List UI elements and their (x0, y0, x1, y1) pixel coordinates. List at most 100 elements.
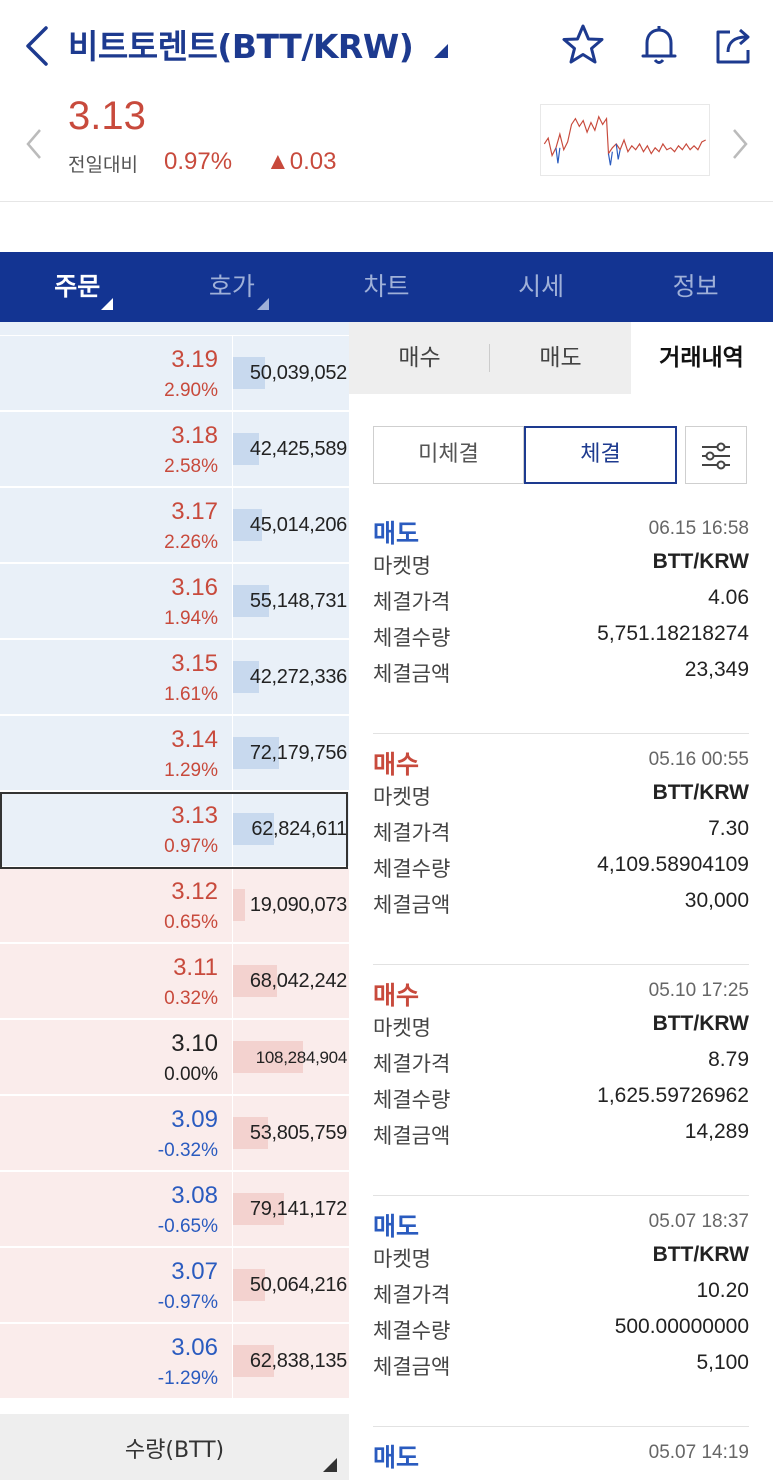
orderbook-price-cell[interactable]: 3.11 0.32% (0, 944, 232, 1019)
tab-orderbook[interactable]: 호가 (155, 252, 310, 322)
orderbook-quantity-cell[interactable]: 19,090,073 (233, 868, 349, 943)
tab-market[interactable]: 시세 (464, 252, 619, 322)
orderbook-quantity: 42,425,589 (249, 438, 347, 460)
tab-trade-history[interactable]: 거래내역 (631, 322, 772, 394)
orderbook-price-cell[interactable]: 3.19 2.90% (0, 336, 232, 411)
share-icon[interactable] (710, 22, 756, 68)
orderbook-quantity: 53,805,759 (249, 1122, 347, 1144)
filled-button[interactable]: 체결 (524, 426, 677, 484)
trade-item[interactable]: 매수 05.16 00:55 마켓명 BTT/KRW 체결가격 7.30 체결수량 4,109… (373, 735, 749, 965)
orderbook-quantity-cell[interactable]: 79,141,172 (233, 1172, 349, 1247)
tab-chart[interactable]: 차트 (309, 252, 464, 322)
orderbook-quantity-cell[interactable]: 72,179,756 (233, 716, 349, 791)
trade-item[interactable]: 매도 05.07 14:19 (373, 1428, 749, 1480)
orderbook-change-percent: -0.65% (157, 1216, 218, 1237)
orderbook-quantity-cell[interactable]: 42,425,589 (233, 412, 349, 487)
trade-field-label: 마켓명 (373, 1247, 431, 1271)
orderbook-row[interactable]: 3.08 -0.65% 79,141,172 (0, 1172, 349, 1248)
trade-type: 매도 (373, 1443, 420, 1472)
orderbook-row[interactable]: 3.09 -0.32% 53,805,759 (0, 1096, 349, 1172)
orderbook-row[interactable]: 3.06 -1.29% 62,838,135 (0, 1324, 349, 1400)
orderbook-price-cell[interactable]: 3.18 2.58% (0, 412, 232, 487)
tab-label: 차트 (363, 272, 410, 301)
orderbook-quantity-cell[interactable]: 68,042,242 (233, 944, 349, 1019)
chevron-right-icon[interactable] (730, 126, 750, 162)
orderbook-change-percent: 1.29% (164, 760, 218, 781)
tab-sell[interactable]: 매도 (490, 322, 631, 394)
orderbook-quantity-cell[interactable]: 50,064,216 (233, 1248, 349, 1323)
orderbook-quantity: 55,148,731 (249, 590, 347, 612)
caret-down-icon (256, 298, 269, 310)
orderbook-quantity-cell[interactable]: 45,014,206 (233, 488, 349, 563)
orderbook-price-cell[interactable]: 3.16 1.94% (0, 564, 232, 639)
orderbook-price-cell[interactable]: 3.06 -1.29% (0, 1324, 232, 1399)
orderbook-quantity-cell[interactable]: 108,284,904 (233, 1020, 349, 1095)
orderbook-quantity: 79,141,172 (249, 1198, 347, 1220)
tab-divider (489, 344, 490, 372)
orderbook-quantity: 45,014,206 (249, 514, 347, 536)
orderbook-quantity-cell[interactable]: 53,805,759 (233, 1096, 349, 1171)
coin-title[interactable]: 비트토렌트(BTT/KRW) (68, 20, 414, 68)
trade-time: 05.10 17:25 (648, 980, 749, 1001)
unfilled-button[interactable]: 미체결 (373, 426, 524, 484)
orderbook-price-cell[interactable]: 3.14 1.29% (0, 716, 232, 791)
orderbook-price-cell[interactable]: 3.12 0.65% (0, 868, 232, 943)
orderbook-price-cell[interactable]: 3.09 -0.32% (0, 1096, 232, 1171)
trade-field-label: 체결금액 (373, 1355, 451, 1379)
orderbook-row[interactable]: 3.12 0.65% 19,090,073 (0, 868, 349, 944)
trade-field: 체결수량 5,751.18218274 (373, 622, 749, 658)
orderbook-price-cell[interactable]: 3.07 -0.97% (0, 1248, 232, 1323)
orderbook-quantity-cell[interactable]: 42,272,336 (233, 640, 349, 715)
price-sparkline[interactable] (540, 104, 710, 176)
caret-down-icon[interactable] (432, 42, 448, 58)
trade-field: 체결수량 500.00000000 (373, 1315, 749, 1351)
tab-info[interactable]: 정보 (618, 252, 773, 322)
trade-type: 매수 (373, 981, 420, 1010)
orderbook-quantity-cell[interactable]: 62,838,135 (233, 1324, 349, 1399)
tab-order[interactable]: 주문 (0, 252, 155, 322)
orderbook-row[interactable]: 3.18 2.58% 42,425,589 (0, 412, 349, 488)
star-icon[interactable] (560, 22, 606, 68)
trade-field-label: 체결수량 (373, 626, 451, 650)
orderbook-price-cell[interactable]: 3.08 -0.65% (0, 1172, 232, 1247)
trade-item[interactable]: 매수 05.10 17:25 마켓명 BTT/KRW 체결가격 8.79 체결수량 1,625… (373, 966, 749, 1196)
quantity-unit-selector[interactable]: 수량(BTT) (0, 1414, 349, 1480)
trade-item[interactable]: 매도 05.07 18:37 마켓명 BTT/KRW 체결가격 10.20 체결수량 500.… (373, 1197, 749, 1427)
trade-field-value: BTT/KRW (652, 550, 749, 573)
order-panel: 매수 매도 거래내역 미체결 체결 매도 06.15 16:58 마켓명 BTT/KR… (349, 322, 773, 1480)
orderbook-row[interactable]: 3.10 0.00% 108,284,904 (0, 1020, 349, 1096)
quantity-unit-label: 수량(BTT) (124, 1438, 225, 1463)
orderbook-price-cell[interactable]: 3.15 1.61% (0, 640, 232, 715)
orderbook-row[interactable]: 3.11 0.32% 68,042,242 (0, 944, 349, 1020)
orderbook-price: 3.14 (171, 726, 218, 753)
bell-icon[interactable] (636, 22, 682, 68)
back-arrow-icon[interactable] (22, 24, 52, 68)
trade-field: 체결가격 4.06 (373, 586, 749, 622)
orderbook-price-cell[interactable]: 3.17 2.26% (0, 488, 232, 563)
orderbook[interactable]: 3.06 -1.29% 62,838,135 3.07 -0.97% 50,064,216… (0, 322, 349, 1414)
filter-button[interactable] (685, 426, 747, 484)
orderbook-row[interactable]: 3.14 1.29% 72,179,756 (0, 716, 349, 792)
orderbook-quantity: 68,042,242 (249, 970, 347, 992)
orderbook-row[interactable]: 3.19 2.90% 50,039,052 (0, 336, 349, 412)
orderbook-quantity-cell[interactable]: 55,148,731 (233, 564, 349, 639)
trade-field: 마켓명 BTT/KRW (373, 550, 749, 586)
orderbook-row[interactable]: 3.07 -0.97% 50,064,216 (0, 1248, 349, 1324)
orderbook-change-percent: -1.29% (157, 1368, 218, 1389)
orderbook-row[interactable]: 3.17 2.26% 45,014,206 (0, 488, 349, 564)
orderbook-price-cell[interactable]: 3.10 0.00% (0, 1020, 232, 1095)
trade-item[interactable]: 매도 06.15 16:58 마켓명 BTT/KRW 체결가격 4.06 체결수량 5,751… (373, 504, 749, 734)
orderbook-quantity-cell[interactable]: 50,039,052 (233, 336, 349, 411)
orderbook-price: 3.08 (171, 1182, 218, 1209)
orderbook-row[interactable]: 3.16 1.94% 55,148,731 (0, 564, 349, 640)
trade-field-label: 체결가격 (373, 821, 451, 845)
orderbook-price: 3.06 (171, 1334, 218, 1361)
change-percent: 0.97% (164, 148, 233, 175)
trade-field: 체결수량 1,625.59726962 (373, 1084, 749, 1120)
tab-buy[interactable]: 매수 (349, 322, 490, 394)
app-header: 비트토렌트(BTT/KRW) (0, 0, 773, 92)
orderbook-row[interactable]: 3.15 1.61% 42,272,336 (0, 640, 349, 716)
chevron-left-icon[interactable] (24, 126, 44, 162)
orderbook-change-percent: 1.94% (164, 608, 218, 629)
trade-time: 06.15 16:58 (648, 518, 749, 539)
